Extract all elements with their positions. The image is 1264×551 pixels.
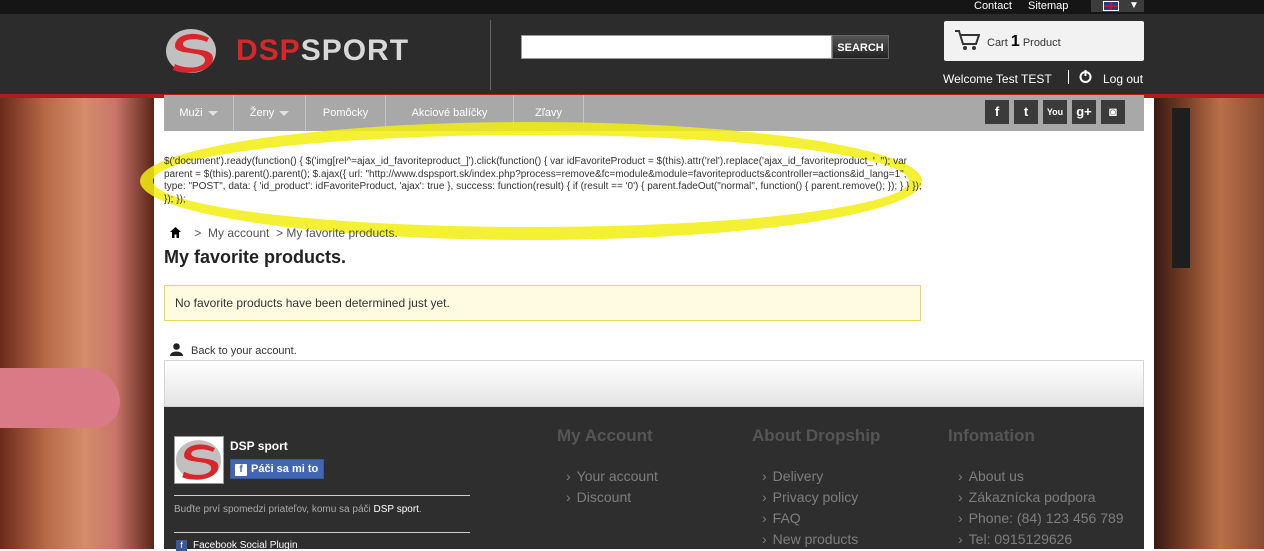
footer-divider: [174, 532, 470, 533]
like-label: Páči sa mi to: [251, 463, 319, 475]
breadcrumb: > My account > My favorite products.: [170, 226, 398, 240]
footer-column-title: About Dropship: [752, 426, 881, 445]
breadcrumb-current: My favorite products.: [286, 226, 398, 240]
nav-item-zeny[interactable]: Ženy: [234, 95, 306, 131]
footer-link[interactable]: Discount: [566, 489, 631, 505]
cart-count: 1: [1010, 33, 1020, 50]
footer-divider: [174, 495, 470, 496]
footer-link[interactable]: Zákaznícka podpora: [958, 489, 1096, 505]
footer-tel: Tel: 0915129626: [958, 531, 1073, 547]
sitemap-link[interactable]: Sitemap: [1028, 0, 1068, 12]
nav-item-label: Zľavy: [534, 107, 563, 119]
nav-item-pomocky[interactable]: Pomôcky: [306, 95, 386, 131]
breadcrumb-separator: >: [194, 226, 202, 240]
facebook-icon: f: [176, 540, 187, 551]
footer-column-title: Infomation: [948, 426, 1035, 445]
raw-javascript-text: $('document').ready(function() { $('img[…: [164, 156, 922, 205]
logout-link[interactable]: Log out: [1103, 72, 1143, 86]
page-title: My favorite products.: [164, 247, 347, 267]
cart-icon: [955, 30, 980, 50]
nav-item-label: Pomôcky: [322, 107, 369, 119]
friends-page-link[interactable]: DSP sport: [374, 504, 419, 515]
footer-phone: Phone: (84) 123 456 789: [958, 510, 1124, 526]
dspsport-logo-icon[interactable]: [165, 28, 218, 74]
breadcrumb-separator: >: [276, 226, 284, 240]
facebook-like-button[interactable]: f Páči sa mi to: [230, 459, 324, 479]
header-user-separator: [1068, 70, 1069, 84]
back-to-account[interactable]: Back to your account.: [170, 343, 297, 357]
nav-item-label: Ženy: [249, 107, 275, 119]
search-input[interactable]: [521, 35, 832, 59]
facebook-friends-text: Buďte prví spomedzi priateľov, komu sa p…: [174, 504, 422, 515]
facebook-icon[interactable]: f: [985, 100, 1009, 124]
cart-box[interactable]: Cart 1 Product: [944, 21, 1144, 61]
twitter-icon[interactable]: t: [1014, 100, 1038, 124]
nav-item-muzi[interactable]: Muži: [164, 95, 234, 131]
logo-text-light: SPORT: [300, 34, 410, 67]
youtube-icon[interactable]: You: [1043, 100, 1067, 124]
header-separator: [490, 20, 491, 90]
language-selector[interactable]: ▼: [1091, 0, 1144, 12]
chevron-down-icon: [207, 110, 218, 116]
footer-link[interactable]: New products: [762, 531, 859, 547]
footer-link[interactable]: Privacy policy: [762, 489, 859, 505]
contact-link[interactable]: Contact: [974, 0, 1012, 12]
footer-link[interactable]: Delivery: [762, 468, 824, 484]
background-image-right: [1154, 98, 1264, 549]
facebook-page-avatar[interactable]: [174, 436, 224, 484]
facebook-page-name[interactable]: DSP sport: [230, 439, 288, 453]
top-bar: [0, 0, 1264, 14]
back-link[interactable]: Back to your account.: [191, 345, 297, 357]
user-icon: [170, 343, 183, 356]
breadcrumb-my-account[interactable]: My account: [208, 226, 269, 240]
search-button[interactable]: SEARCH: [832, 35, 889, 59]
chevron-down-icon: [279, 110, 290, 116]
nav-item-label: Akciové balíčky: [411, 107, 488, 119]
welcome-text: Welcome Test TEST: [943, 72, 1052, 86]
home-icon[interactable]: [170, 227, 181, 238]
plugin-label: Facebook Social Plugin: [193, 540, 298, 551]
nav-item-label: Muži: [179, 107, 203, 119]
footer-link[interactable]: Your account: [566, 468, 658, 484]
site-logo[interactable]: DSPSPORT: [236, 34, 409, 68]
background-image-left: [0, 98, 154, 549]
uk-flag-icon: [1103, 1, 1119, 11]
logo-text-red: DSP: [236, 34, 301, 67]
facebook-social-plugin[interactable]: f Facebook Social Plugin: [176, 540, 298, 551]
chevron-down-icon: ▼: [1129, 0, 1139, 11]
background-decor: [1172, 108, 1190, 268]
cart-summary: Cart 1 Product: [987, 33, 1061, 51]
footer-link[interactable]: FAQ: [762, 510, 801, 526]
footer-column-title: My Account: [557, 426, 653, 445]
facebook-icon: f: [235, 464, 247, 476]
instagram-icon[interactable]: ◙: [1101, 100, 1125, 124]
friends-text: Buďte prví spomedzi priateľov, komu sa p…: [174, 504, 371, 515]
cart-prefix: Cart: [987, 37, 1008, 49]
background-decor: [0, 368, 120, 428]
power-icon[interactable]: [1079, 70, 1092, 83]
empty-notice: No favorite products have been determine…: [164, 285, 921, 321]
cart-suffix: Product: [1022, 37, 1061, 49]
googleplus-icon[interactable]: g+: [1072, 100, 1096, 124]
friends-text-end: .: [418, 504, 422, 515]
dspsport-logo-icon: [175, 440, 222, 480]
content-bottom-band: [164, 360, 1144, 407]
footer-link[interactable]: About us: [958, 468, 1024, 484]
